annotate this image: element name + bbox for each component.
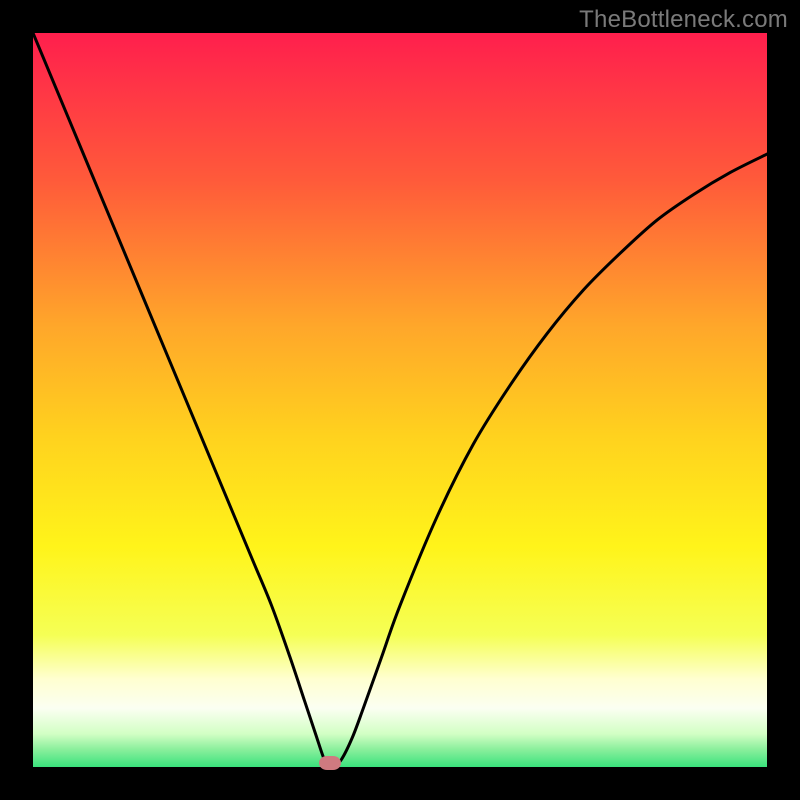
- gradient-background: [33, 33, 767, 767]
- optimal-point-marker: [319, 756, 341, 770]
- plot-area: [33, 33, 767, 767]
- watermark-text: TheBottleneck.com: [579, 6, 788, 34]
- chart-frame: TheBottleneck.com: [0, 0, 800, 800]
- plot-svg: [33, 33, 767, 767]
